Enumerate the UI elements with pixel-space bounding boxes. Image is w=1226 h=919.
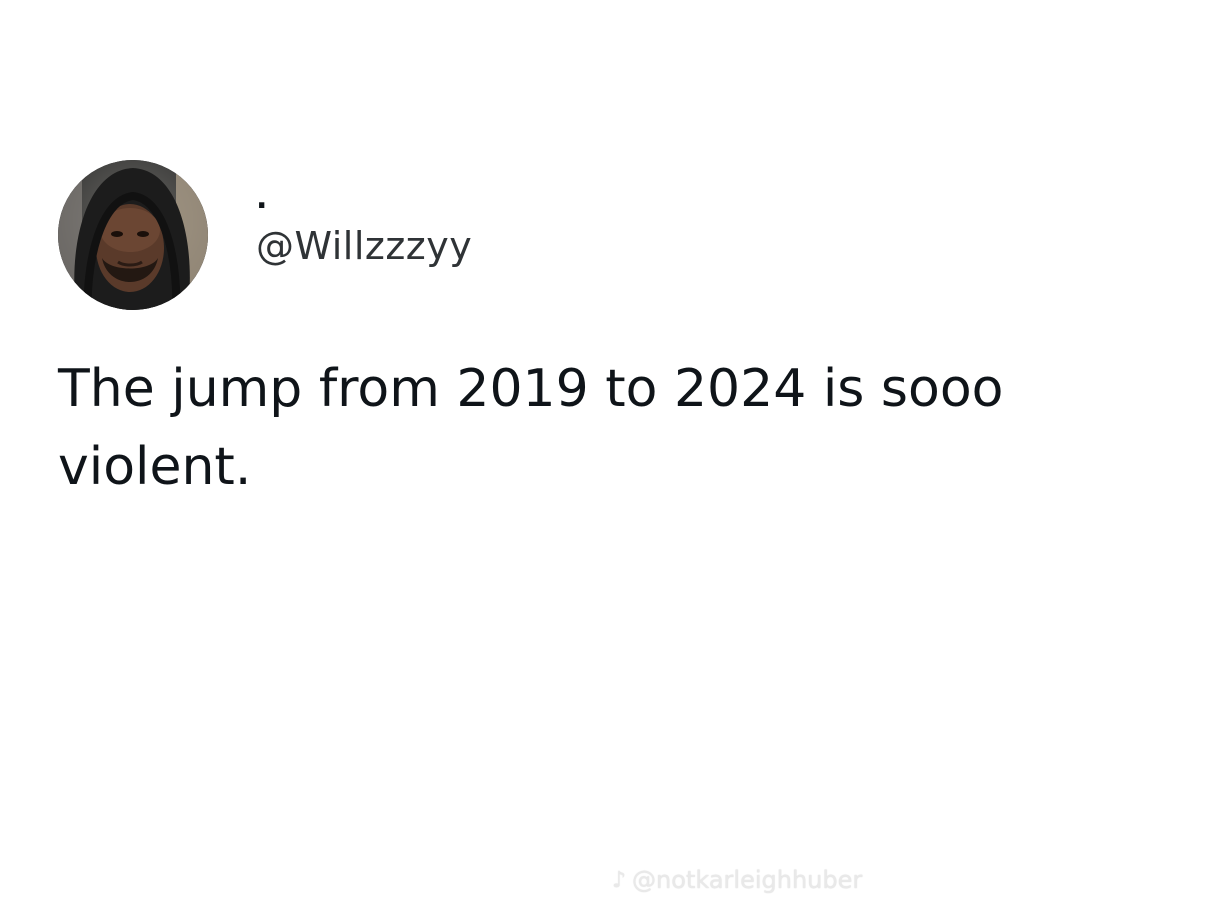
avatar[interactable] (58, 160, 208, 310)
tiktok-watermark: ♪ @notkarleighhuber (612, 866, 862, 894)
tiktok-icon: ♪ (612, 867, 627, 893)
tweet-text: The jump from 2019 to 2024 is sooo viole… (58, 359, 1004, 497)
user-handle[interactable]: @Willzzzyy (256, 224, 472, 268)
avatar-photo (58, 160, 208, 310)
watermark-handle: @notkarleighhuber (632, 866, 863, 894)
tweet-header: . @Willzzzyy (58, 160, 472, 310)
tweet-screenshot: . @Willzzzyy The jump from 2019 to 2024 … (0, 0, 1226, 919)
display-name[interactable]: . (256, 184, 472, 220)
author-block: . @Willzzzyy (256, 160, 472, 310)
